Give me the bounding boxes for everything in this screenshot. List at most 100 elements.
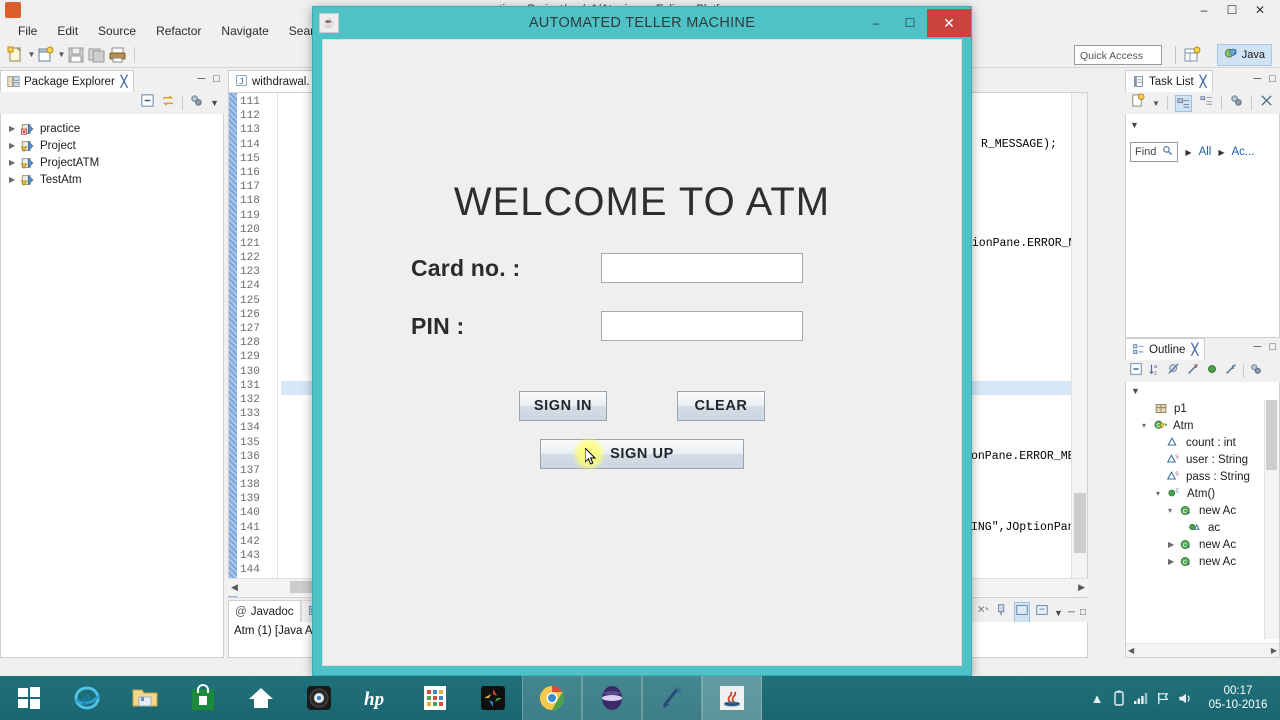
menu-item-edit[interactable]: Edit [47, 24, 88, 38]
open-console-icon[interactable] [1035, 603, 1049, 622]
perspective-java-button[interactable]: J Java [1216, 44, 1272, 66]
tab-task-list[interactable]: Task List ╳ [1125, 70, 1214, 92]
clear-button[interactable]: CLEAR [677, 391, 765, 421]
collapse-all-icon[interactable] [1129, 362, 1143, 381]
menu-item-source[interactable]: Source [88, 24, 146, 38]
hide-fields-icon[interactable] [1167, 362, 1181, 381]
taskbar-eclipse-java[interactable] [702, 676, 762, 720]
console-maximize-icon[interactable]: □ [1080, 607, 1086, 618]
outline-item-anon-1[interactable]: ▾ C new Ac [1126, 502, 1279, 519]
expand-arrow-icon[interactable]: ▶ [9, 175, 20, 184]
editor-vertical-scrollbar[interactable] [1071, 93, 1087, 597]
open-perspective-icon[interactable] [1182, 45, 1202, 65]
eclipse-minimize-button[interactable]: – [1190, 1, 1218, 19]
scroll-right-icon[interactable]: ▶ [1271, 646, 1277, 655]
taskbar-oracle-vm[interactable] [582, 676, 642, 720]
collapse-all-icon[interactable] [1259, 93, 1274, 113]
menu-item-file[interactable]: File [8, 24, 47, 38]
atm-close-button[interactable]: ✕ [927, 9, 971, 37]
hide-local-icon[interactable]: L [1224, 362, 1238, 381]
public-member-icon[interactable] [1205, 362, 1219, 381]
collapse-arrow-icon[interactable]: ▾ [1156, 489, 1167, 498]
menu-item-navigate[interactable]: Navigate [211, 24, 278, 38]
filter-activate-link[interactable]: Ac... [1232, 146, 1255, 158]
expand-arrow-icon[interactable]: ▶ [9, 158, 20, 167]
minimize-icon[interactable]: ─ [1254, 73, 1262, 85]
taskbar-internet-explorer[interactable]: e [58, 676, 116, 720]
pin-input[interactable] [601, 311, 803, 341]
menu-item-refactor[interactable]: Refactor [146, 24, 211, 38]
collapse-arrow-icon[interactable]: ▾ [1168, 506, 1179, 515]
show-hidden-icons-icon[interactable]: ▲ [1086, 676, 1108, 720]
new-file-dropdown-icon[interactable]: ▼ [27, 45, 36, 65]
outline-item-user[interactable]: S user : String [1126, 451, 1279, 468]
outline-item-count[interactable]: count : int [1126, 434, 1279, 451]
maximize-icon[interactable]: □ [1269, 73, 1276, 85]
expand-arrow-icon[interactable]: ▶ [9, 141, 20, 150]
battery-icon[interactable] [1108, 676, 1130, 720]
taskbar-store[interactable] [174, 676, 232, 720]
outline-vertical-scrollbar[interactable] [1264, 400, 1279, 639]
sign-up-button[interactable]: SIGN UP [540, 439, 744, 469]
scroll-left-icon[interactable]: ◀ [231, 582, 238, 593]
hide-static-icon[interactable]: S [1186, 362, 1200, 381]
expand-arrow-icon[interactable]: ▶ [1168, 557, 1179, 566]
taskbar-sql-developer[interactable] [642, 676, 702, 720]
save-icon[interactable] [66, 45, 86, 65]
taskbar-apps-grid[interactable] [406, 676, 464, 720]
new-java-dropdown-icon[interactable]: ▼ [57, 45, 66, 65]
focus-on-workweek-icon[interactable] [1229, 93, 1244, 113]
outline-item-pass[interactable]: S pass : String [1126, 468, 1279, 485]
outline-item-method-ac[interactable]: ac [1126, 519, 1279, 536]
outline-item-p1[interactable]: p1 [1126, 400, 1279, 417]
taskbar-photos[interactable] [464, 676, 522, 720]
console-menu-icon[interactable]: ▼ [1054, 608, 1063, 618]
quick-access-input[interactable]: Quick Access [1074, 45, 1162, 65]
collapse-all-icon[interactable] [140, 93, 155, 113]
atm-maximize-button[interactable]: ☐ [893, 10, 927, 36]
eclipse-maximize-button[interactable]: ☐ [1218, 1, 1246, 19]
outline-tree[interactable]: ▼ p1 ▾ C Atm count : int S user : String… [1125, 382, 1280, 658]
console-minimize-icon[interactable]: ─ [1068, 607, 1075, 618]
outline-item-anon-2[interactable]: ▶ C new Ac [1126, 536, 1279, 553]
maximize-icon[interactable]: □ [1269, 341, 1276, 353]
taskbar-home[interactable] [232, 676, 290, 720]
outline-item-anon-3[interactable]: ▶ C new Ac [1126, 553, 1279, 570]
outline-horizontal-scrollbar[interactable]: ◀ ▶ [1126, 643, 1279, 657]
search-icon[interactable] [1162, 145, 1173, 159]
close-icon[interactable]: ╳ [1200, 75, 1207, 88]
outline-item-constructor[interactable]: ▾ C Atm() [1126, 485, 1279, 502]
categorized-view-icon[interactable] [1174, 94, 1192, 112]
tab-javadoc[interactable]: @ Javadoc [228, 600, 301, 622]
atm-minimize-button[interactable]: – [859, 10, 893, 36]
new-task-icon[interactable] [1130, 93, 1145, 113]
scroll-right-icon[interactable]: ▶ [1078, 582, 1085, 593]
outline-view-menu-icon[interactable]: ▼ [1131, 386, 1140, 396]
network-signal-icon[interactable] [1130, 676, 1152, 720]
new-java-project-icon[interactable] [36, 45, 56, 65]
scheduled-view-icon[interactable] [1199, 93, 1214, 113]
minimize-icon[interactable]: ─ [1254, 341, 1262, 353]
remove-all-icon[interactable] [976, 603, 990, 622]
display-selected-console-icon[interactable] [1013, 602, 1030, 623]
filter-all-arrow-icon[interactable]: ▶ [1185, 148, 1191, 157]
link-with-editor-icon[interactable] [161, 93, 176, 113]
pin-console-icon[interactable] [995, 603, 1009, 622]
tree-item-testatm[interactable]: ▶ TestAtm [1, 171, 223, 188]
sign-in-button[interactable]: SIGN IN [519, 391, 607, 421]
taskbar-file-explorer[interactable] [116, 676, 174, 720]
card-number-input[interactable] [601, 253, 803, 283]
maximize-icon[interactable]: □ [213, 73, 220, 85]
print-icon[interactable] [108, 45, 128, 65]
taskbar-hp-support[interactable]: hp [348, 676, 406, 720]
package-explorer-tree[interactable]: ▶ practice ▶ Project ▶ ProjectATM ▶ Test… [0, 114, 224, 658]
eclipse-close-button[interactable]: ✕ [1246, 1, 1274, 19]
minimize-icon[interactable]: ─ [198, 73, 206, 85]
filter-all-link[interactable]: All [1199, 146, 1212, 158]
close-icon[interactable]: ╳ [1191, 343, 1198, 356]
expand-arrow-icon[interactable]: ▶ [1168, 540, 1179, 549]
expand-arrow-icon[interactable]: ▶ [9, 124, 20, 133]
tab-package-explorer[interactable]: Package Explorer ╳ [0, 70, 135, 92]
tree-item-practice[interactable]: ▶ practice [1, 120, 223, 137]
sort-icon[interactable]: az [1148, 362, 1162, 381]
